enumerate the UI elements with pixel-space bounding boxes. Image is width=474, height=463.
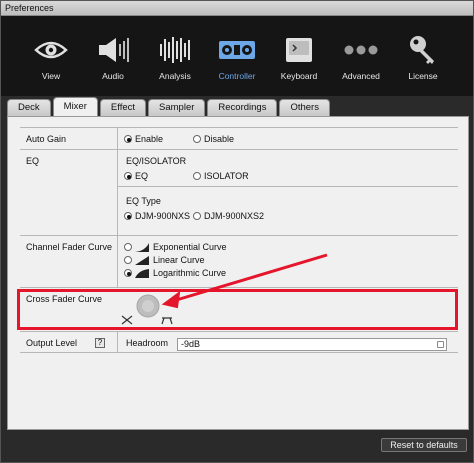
djm-900nxs-radio[interactable]: DJM-900NXS	[124, 211, 190, 221]
eq-type-title: EQ Type	[126, 196, 161, 206]
mixer-panel: Auto Gain Enable Disable EQ EQ/ISOLATOR …	[7, 116, 469, 430]
headroom-value: -9dB	[181, 339, 201, 349]
tab-effect[interactable]: Effect	[99, 99, 147, 116]
waveform-icon	[155, 34, 195, 66]
toolbar-view-label: View	[41, 71, 61, 81]
auto-gain-row: Auto Gain Enable Disable	[20, 127, 458, 149]
toolbar-keyboard[interactable]: Keyboard	[270, 34, 328, 94]
toolbar-analysis[interactable]: Analysis	[146, 34, 204, 94]
tab-recordings[interactable]: Recordings	[207, 99, 278, 116]
tab-others[interactable]: Others	[279, 99, 330, 116]
linear-curve-icon	[135, 255, 149, 265]
output-level-label: Output Level	[26, 338, 78, 348]
toolbar-view[interactable]: View	[22, 34, 80, 94]
controller-icon	[217, 34, 257, 66]
eq-label: EQ	[26, 156, 40, 166]
speaker-icon	[93, 34, 133, 66]
window-title: Preferences	[1, 1, 473, 16]
auto-gain-label: Auto Gain	[26, 134, 67, 144]
djm-900nxs2-radio[interactable]: DJM-900NXS2	[193, 211, 264, 221]
preferences-content: Deck Mixer Effect Sampler Recordings Oth…	[1, 96, 473, 462]
logarithmic-curve-radio[interactable]: Logarithmic Curve	[124, 268, 226, 278]
dots-icon	[341, 34, 381, 66]
preferences-window: Preferences View Audio Analysis Controll…	[0, 0, 474, 463]
toolbar-license[interactable]: License	[394, 34, 452, 94]
annotation-highlight-box	[17, 289, 458, 330]
keyboard-icon	[279, 34, 319, 66]
toolbar-controller-label: Controller	[218, 71, 256, 81]
preferences-toolbar: View Audio Analysis Controller Keyboard …	[1, 16, 473, 96]
tab-sampler[interactable]: Sampler	[148, 99, 206, 116]
eq-isolator-title: EQ/ISOLATOR	[126, 156, 187, 166]
exponential-curve-icon	[135, 242, 149, 252]
channel-fader-curve-row: Channel Fader Curve Exponential Curve Li…	[20, 235, 458, 287]
tab-deck[interactable]: Deck	[7, 99, 51, 116]
auto-gain-enable-radio[interactable]: Enable	[124, 134, 163, 144]
isolator-radio[interactable]: ISOLATOR	[193, 171, 249, 181]
toolbar-advanced[interactable]: Advanced	[332, 34, 390, 94]
reset-to-defaults-button[interactable]: Reset to defaults	[381, 438, 467, 452]
dropdown-icon	[437, 341, 444, 348]
tab-mixer[interactable]: Mixer	[52, 97, 98, 116]
toolbar-license-label: License	[408, 71, 438, 81]
toolbar-advanced-label: Advanced	[342, 71, 380, 81]
headroom-label: Headroom	[126, 338, 169, 348]
toolbar-audio[interactable]: Audio	[84, 34, 142, 94]
output-level-help-icon[interactable]: ?	[95, 338, 105, 348]
eye-icon	[31, 34, 71, 66]
toolbar-audio-label: Audio	[102, 71, 124, 81]
eq-row: EQ EQ/ISOLATOR EQ ISOLATOR EQ Type DJM-9…	[20, 149, 458, 235]
toolbar-analysis-label: Analysis	[159, 71, 191, 81]
logarithmic-curve-icon	[135, 268, 149, 278]
headroom-select[interactable]: -9dB	[177, 338, 447, 351]
exponential-curve-radio[interactable]: Exponential Curve	[124, 242, 227, 252]
toolbar-keyboard-label: Keyboard	[280, 71, 318, 81]
channel-fader-curve-label: Channel Fader Curve	[26, 242, 113, 252]
eq-radio[interactable]: EQ	[124, 171, 148, 181]
toolbar-controller[interactable]: Controller	[208, 34, 266, 94]
linear-curve-radio[interactable]: Linear Curve	[124, 255, 205, 265]
key-icon	[403, 34, 443, 66]
tab-bar: Deck Mixer Effect Sampler Recordings Oth…	[7, 97, 332, 116]
auto-gain-disable-radio[interactable]: Disable	[193, 134, 234, 144]
